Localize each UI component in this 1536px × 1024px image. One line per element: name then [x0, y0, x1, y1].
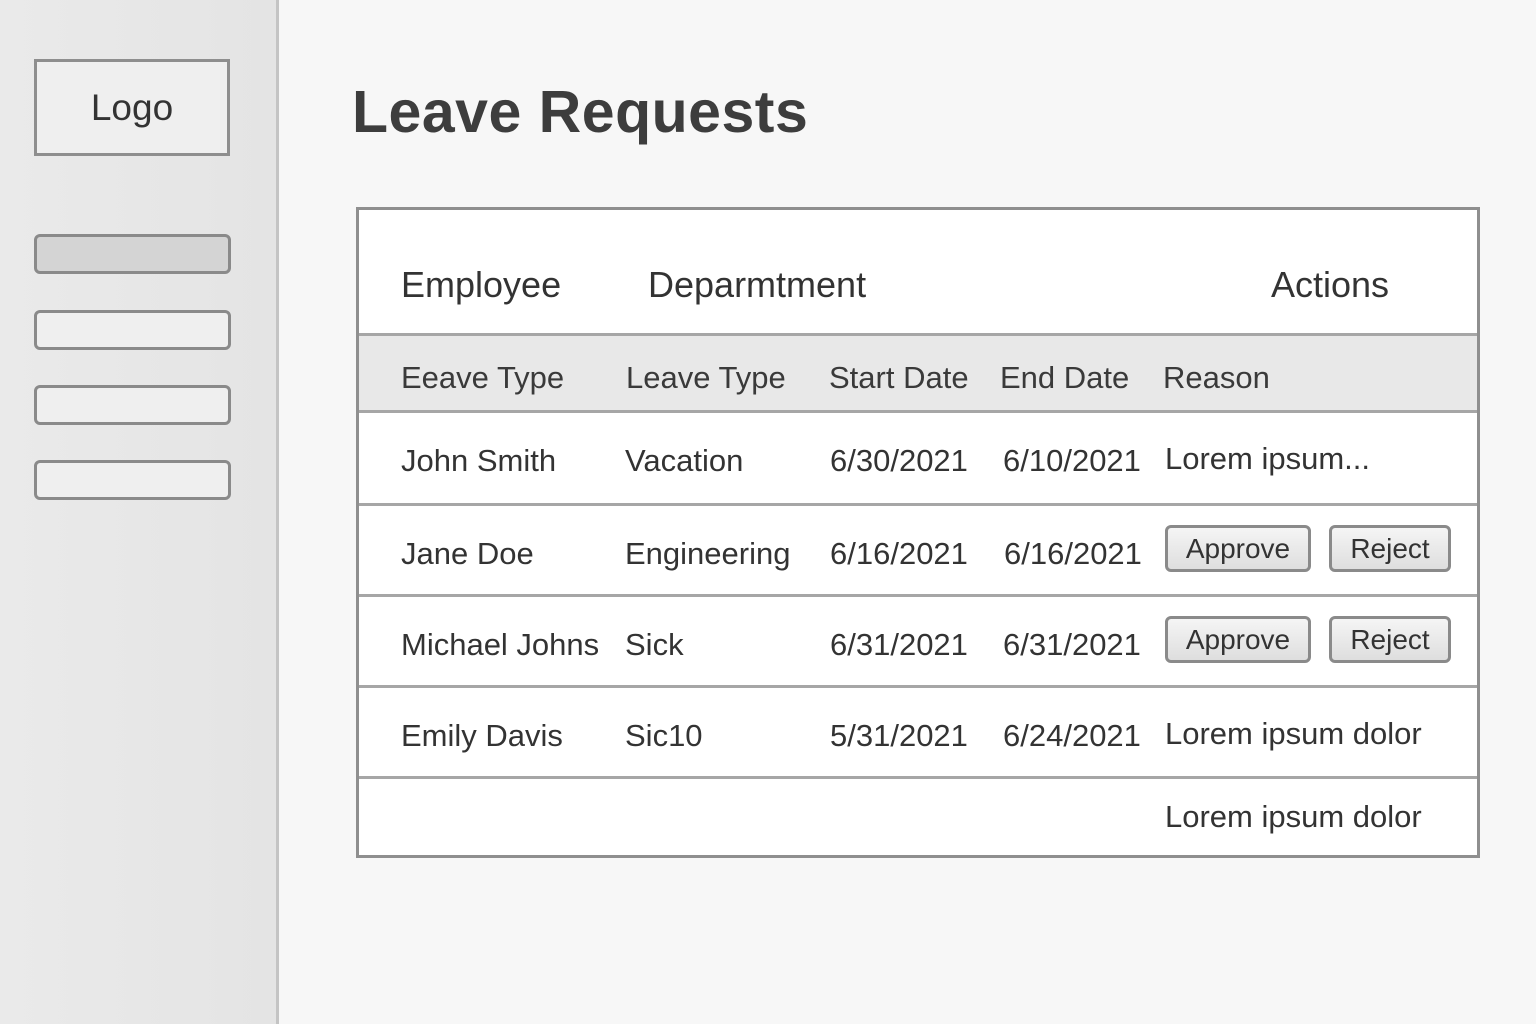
end-date: 6/16/2021: [1004, 536, 1142, 571]
header-actions: Actions: [1271, 264, 1390, 305]
sidebar-item-3[interactable]: [34, 385, 231, 425]
reason: Lorem ipsum dolor: [1165, 799, 1422, 834]
end-date: 6/24/2021: [1003, 718, 1141, 753]
table-row: John Smith Vacation 6/30/2021 6/10/2021 …: [359, 413, 1477, 506]
end-date: 6/10/2021: [1003, 443, 1141, 478]
page-title: Leave Requests: [352, 79, 809, 145]
leave-type: Engineering: [625, 536, 791, 571]
leave-requests-table: Employee Deparmtment Actions Eeave Type …: [356, 207, 1480, 858]
subheader-cell: Leave Type: [626, 360, 786, 395]
end-date: 6/31/2021: [1003, 627, 1141, 662]
employee-name: Michael Johns: [401, 627, 600, 662]
table-header-row: Employee Deparmtment Actions: [359, 210, 1477, 336]
sidebar-item-1[interactable]: [34, 234, 231, 274]
subheader-cell: Start Date: [829, 360, 969, 395]
logo: Logo: [34, 59, 230, 156]
app-window: Logo Leave Requests Employee Deparmtment…: [0, 0, 1536, 1024]
table-row: Jane Doe Engineering 6/16/2021 6/16/2021…: [359, 506, 1477, 597]
table-row: Lorem ipsum dolor: [359, 779, 1477, 855]
reject-button[interactable]: Reject: [1329, 525, 1451, 572]
start-date: 6/16/2021: [830, 536, 968, 571]
leave-type: Vacation: [625, 443, 744, 478]
employee-name: Jane Doe: [401, 536, 534, 571]
table-row: Michael Johns Sick 6/31/2021 6/31/2021 A…: [359, 597, 1477, 688]
start-date: 6/31/2021: [830, 627, 968, 662]
leave-type: Sick: [625, 627, 684, 662]
subheader-cell: Eeave Type: [401, 360, 565, 395]
subheader-cell: End Date: [1000, 360, 1130, 395]
header-department: Deparmtment: [648, 264, 867, 305]
employee-name: John Smith: [401, 443, 557, 478]
approve-button[interactable]: Approve: [1165, 525, 1311, 572]
approve-button[interactable]: Approve: [1165, 616, 1311, 663]
sidebar: Logo: [0, 0, 279, 1024]
start-date: 5/31/2021: [830, 718, 968, 753]
header-employee: Employee: [401, 264, 562, 305]
leave-type: Sic10: [625, 718, 703, 753]
subheader-cell: Reason: [1163, 360, 1270, 395]
table-subheader-row: Eeave Type Leave Type Start Date End Dat…: [359, 336, 1477, 413]
reason: Lorem ipsum...: [1165, 441, 1371, 476]
employee-name: Emily Davis: [401, 718, 563, 753]
sidebar-item-4[interactable]: [34, 460, 231, 500]
reason: Lorem ipsum dolor: [1165, 716, 1422, 751]
sidebar-item-2[interactable]: [34, 310, 231, 350]
start-date: 6/30/2021: [830, 443, 968, 478]
reject-button[interactable]: Reject: [1329, 616, 1451, 663]
table-row: Emily Davis Sic10 5/31/2021 6/24/2021 Lo…: [359, 688, 1477, 779]
